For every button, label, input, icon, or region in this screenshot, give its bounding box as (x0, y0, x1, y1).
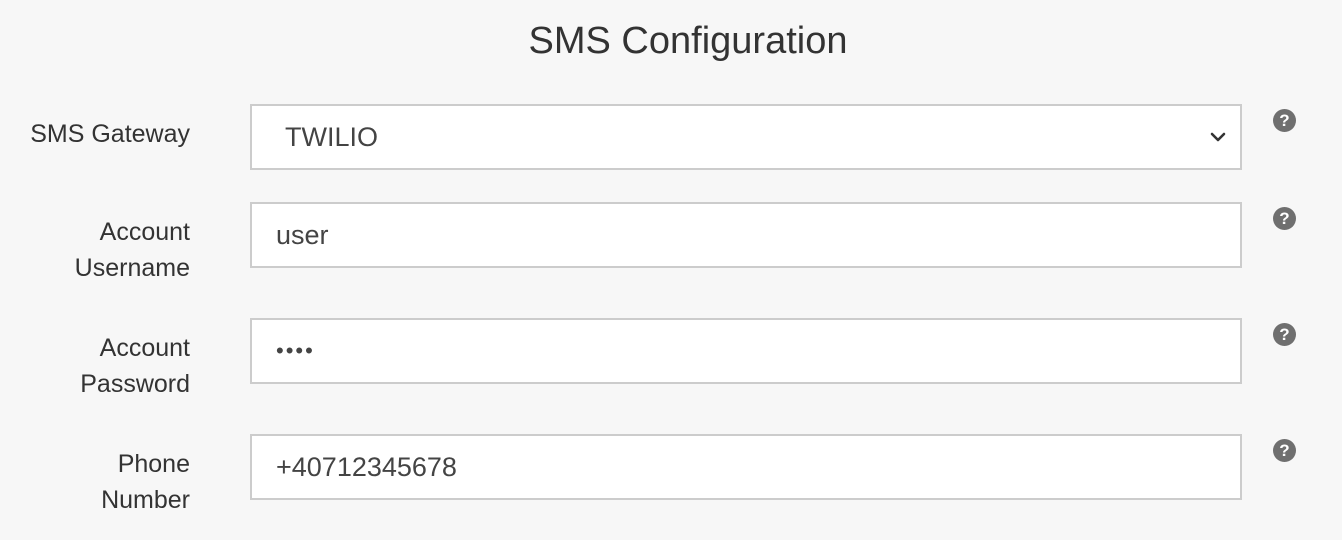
phone-number-label-line2: Number (101, 486, 190, 514)
account-password-input[interactable] (250, 318, 1242, 384)
sms-gateway-select[interactable]: TWILIO (250, 104, 1242, 170)
sms-gateway-label-text: SMS Gateway (30, 120, 190, 148)
account-password-label: Account Password (80, 330, 190, 402)
sms-gateway-help-icon[interactable]: ? (1273, 109, 1296, 132)
account-username-label: Account Username (75, 214, 190, 286)
account-username-label-line2: Username (74, 254, 190, 282)
account-password-help-icon[interactable]: ? (1273, 323, 1296, 346)
phone-number-help-icon[interactable]: ? (1273, 439, 1296, 462)
phone-number-label: Phone Number (101, 446, 190, 518)
account-password-label-line1: Account (99, 334, 190, 362)
sms-gateway-selected-value: TWILIO (285, 121, 378, 152)
account-username-help-icon[interactable]: ? (1273, 207, 1296, 230)
account-username-label-line1: Account (99, 218, 190, 246)
page-title: SMS Configuration (528, 20, 848, 62)
phone-number-input[interactable] (250, 434, 1242, 500)
account-password-label-line2: Password (80, 370, 190, 398)
account-username-input[interactable] (250, 202, 1242, 268)
phone-number-label-line1: Phone (117, 450, 190, 478)
chevron-down-icon (1210, 132, 1226, 142)
sms-gateway-label: SMS Gateway (30, 116, 190, 152)
